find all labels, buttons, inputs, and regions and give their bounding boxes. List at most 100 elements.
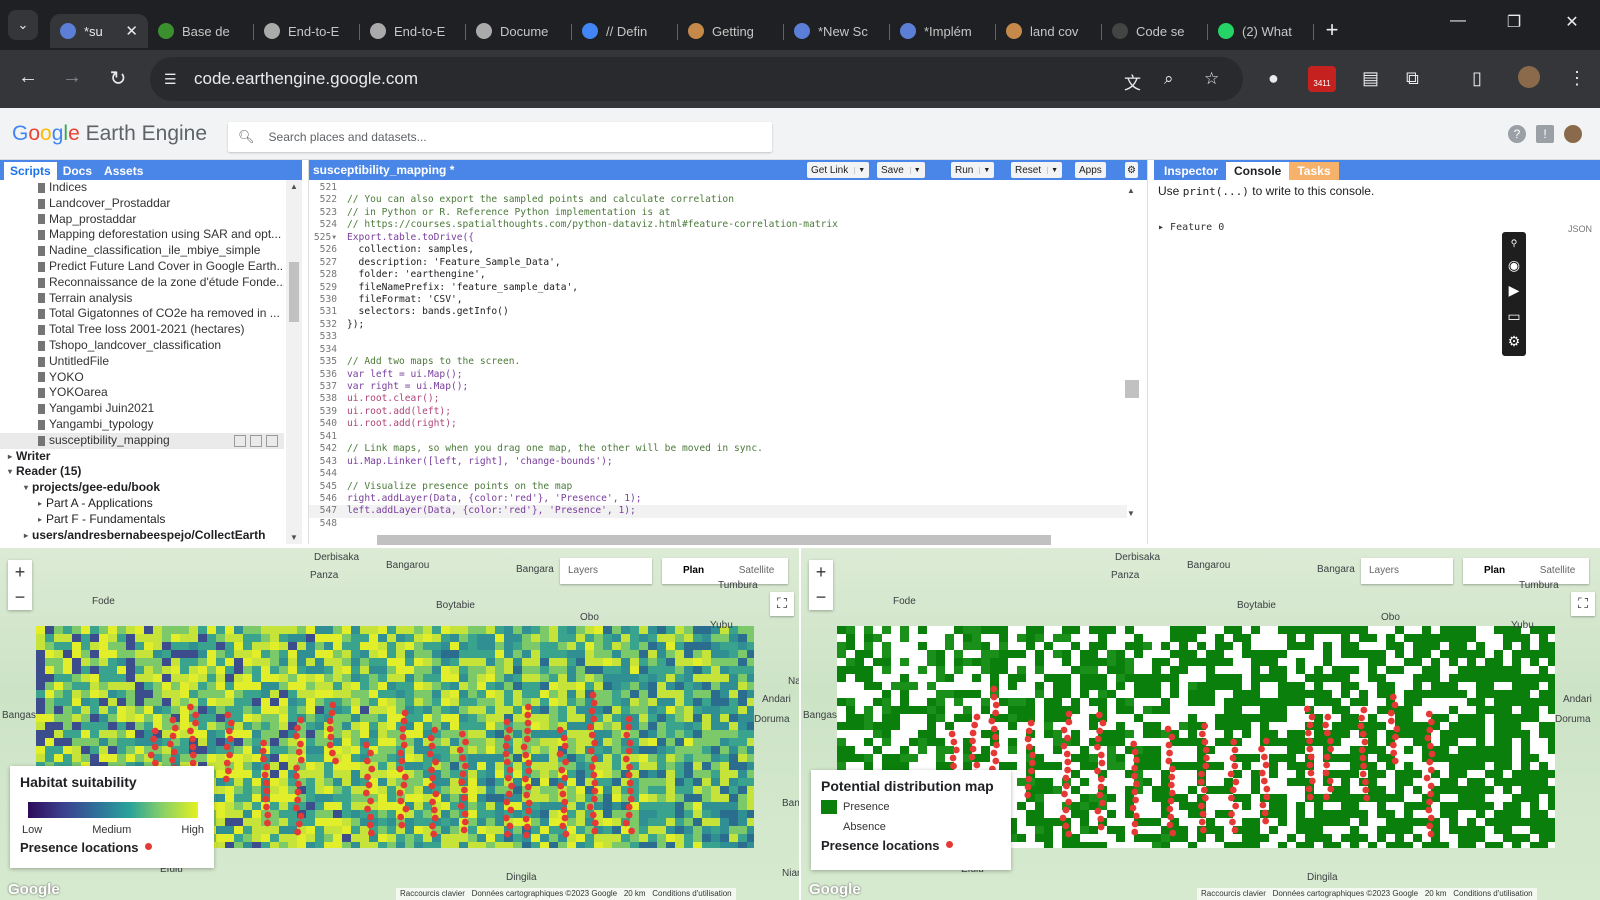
script-tree-item[interactable]: Total Gigatonnes of CO2e ha removed in .… — [0, 306, 284, 322]
reset-button[interactable]: Reset ▼ — [1011, 162, 1063, 178]
code-line[interactable]: 535// Add two maps to the screen. — [309, 356, 1127, 368]
script-tree-item[interactable]: ▸ Writer — [0, 449, 284, 465]
window-icon[interactable]: ▭ — [1507, 308, 1520, 325]
fullscreen-icon[interactable]: ⛶ — [770, 592, 794, 616]
delete-icon[interactable] — [266, 434, 278, 447]
script-tree-item[interactable]: Tshopo_landcover_classification — [0, 338, 284, 354]
code-line[interactable]: 543 ui.Map.Linker([left, right], 'change-… — [309, 456, 1127, 468]
reload-icon[interactable]: ↻ — [98, 66, 138, 91]
get-link-button[interactable]: Get Link ▼ — [807, 162, 870, 178]
script-tree-item[interactable]: Map_prostaddar — [0, 212, 284, 228]
script-tree-item[interactable]: ▾ projects/gee-edu/book — [0, 480, 284, 496]
tab-tasks[interactable]: Tasks — [1289, 162, 1339, 180]
extension-icon[interactable]: ● — [1268, 68, 1279, 89]
pin-icon[interactable]: ⚲ — [1511, 238, 1518, 249]
script-tree-item[interactable]: ▸ Part F - Fundamentals — [0, 512, 284, 528]
script-tree-item[interactable]: Yangambi Juin2021 — [0, 401, 284, 417]
code-line[interactable]: 541 — [309, 431, 1127, 443]
script-tree-item[interactable]: UntitledFile — [0, 354, 284, 370]
browser-tab[interactable]: *New Sc — [784, 14, 890, 48]
code-line[interactable]: 540 ui.root.add(right); — [309, 418, 1127, 430]
profile-avatar[interactable] — [1518, 66, 1540, 88]
save-button[interactable]: Save ▼ — [877, 162, 925, 178]
script-tree-item[interactable]: Yangambi_typology — [0, 417, 284, 433]
code-line[interactable]: 527 description: 'Feature_Sample_Data', — [309, 257, 1127, 269]
site-settings-icon[interactable]: ☰ — [164, 71, 194, 88]
expand-arrow-icon[interactable]: ▸ — [34, 512, 46, 528]
document-icon[interactable]: ▤ — [1362, 68, 1379, 89]
browser-tab[interactable]: (2) What — [1208, 14, 1314, 48]
code-line[interactable]: 529 fileNamePrefix: 'feature_sample_data… — [309, 282, 1127, 294]
code-line[interactable]: 528 folder: 'earthengine', — [309, 269, 1127, 281]
editor-scrollbar[interactable]: ▲ ▼ — [1123, 184, 1139, 518]
browser-tab[interactable]: *su ✕ — [50, 14, 148, 48]
zoom-out-button[interactable]: − — [8, 585, 32, 610]
code-line[interactable]: 525▾ Export.table.toDrive({ — [309, 232, 1127, 244]
code-line[interactable]: 534 — [309, 344, 1127, 356]
apps-button[interactable]: Apps — [1075, 162, 1106, 178]
code-line[interactable]: 521 — [309, 182, 1127, 194]
script-tree-item[interactable]: ▸ Part A - Applications — [0, 496, 284, 512]
plan-button[interactable]: Plan — [662, 558, 725, 584]
browser-tab[interactable]: *Implém — [890, 14, 996, 48]
translate-icon[interactable]: 文 — [1124, 69, 1141, 94]
code-line[interactable]: 531 selectors: bands.getInfo() — [309, 306, 1127, 318]
settings-icon[interactable]: ⚙ — [1508, 333, 1521, 350]
history-icon[interactable] — [234, 434, 246, 447]
tab-console[interactable]: Console — [1226, 162, 1290, 180]
account-avatar[interactable] — [1564, 125, 1582, 143]
zoom-in-button[interactable]: + — [8, 560, 32, 585]
editor-hscrollbar-thumb[interactable] — [377, 535, 1051, 545]
code-area[interactable]: 521 522// You can also export the sampled… — [309, 182, 1127, 530]
console-feature-row[interactable]: ▸ Feature 0 — [1158, 222, 1224, 233]
code-line[interactable]: 537 var right = ui.Map(); — [309, 381, 1127, 393]
expand-arrow-icon[interactable]: ▸ — [4, 449, 16, 465]
minimize-icon[interactable]: — — [1438, 12, 1478, 30]
browser-tab[interactable]: Docume — [466, 14, 572, 48]
script-tree-item[interactable]: Indices — [0, 180, 284, 196]
script-tree-item[interactable]: YOKO — [0, 370, 284, 386]
new-tab-button[interactable]: + — [1314, 12, 1350, 48]
tree-scrollbar-thumb[interactable] — [289, 262, 299, 322]
script-tree-item[interactable]: Predict Future Land Cover in Google Eart… — [0, 259, 284, 275]
edit-icon[interactable] — [250, 434, 262, 447]
settings-gear-icon[interactable]: ⚙ — [1125, 162, 1138, 178]
script-tree-item[interactable]: Total Tree loss 2001-2021 (hectares) — [0, 322, 284, 338]
expand-arrow-icon[interactable]: ▸ — [20, 528, 32, 544]
browser-tab[interactable]: Getting — [678, 14, 784, 48]
tab-inspector[interactable]: Inspector — [1156, 162, 1226, 180]
browser-tab[interactable]: Code se — [1102, 14, 1208, 48]
code-line[interactable]: 542// Link maps, so when you drag one ma… — [309, 443, 1127, 455]
script-tree-item[interactable]: Nadine_classification_ile_mbiye_simple — [0, 243, 284, 259]
script-tree-item[interactable]: YOKOarea — [0, 385, 284, 401]
code-line[interactable]: 539 ui.root.add(left); — [309, 406, 1127, 418]
code-line[interactable]: 530 fileFormat: 'CSV', — [309, 294, 1127, 306]
script-tree-item[interactable]: Landcover_Prostaddar — [0, 196, 284, 212]
expand-arrow-icon[interactable]: ▾ — [4, 464, 16, 480]
code-line[interactable]: 532}); — [309, 319, 1127, 331]
menu-kebab-icon[interactable]: ⋮ — [1568, 68, 1586, 89]
help-icon[interactable]: ? — [1508, 125, 1526, 143]
bookmark-star-icon[interactable]: ☆ — [1204, 69, 1219, 89]
script-tree-item[interactable]: Reconnaissance de la zone d'étude Fonde.… — [0, 275, 284, 291]
tree-scrollbar[interactable]: ▲ ▼ — [286, 180, 302, 544]
extension-badge[interactable]: 3411 — [1308, 66, 1336, 92]
back-arrow-icon[interactable]: ← — [8, 66, 48, 89]
code-line[interactable]: 524// https://courses.spatialthoughts.co… — [309, 219, 1127, 231]
run-button[interactable]: Run ▼ — [951, 162, 995, 178]
script-tree-item[interactable]: Mapping deforestation using SAR and opt.… — [0, 227, 284, 243]
script-tree-item[interactable]: ▾ Reader (15) — [0, 464, 284, 480]
search-input[interactable]: 🔍︎ Search places and datasets... — [228, 122, 772, 152]
layers-button[interactable]: Layers — [560, 558, 652, 584]
left-map[interactable]: + − Layers Plan Satellite ⛶ Derbisaka Ba… — [0, 548, 799, 900]
close-tab-icon[interactable]: ✕ — [125, 22, 138, 40]
code-line[interactable]: 536 var left = ui.Map(); — [309, 369, 1127, 381]
restore-icon[interactable]: ❐ — [1494, 12, 1534, 32]
side-panel-icon[interactable]: ▯ — [1472, 68, 1482, 89]
code-line[interactable]: 523// in Python or R. Reference Python i… — [309, 207, 1127, 219]
code-line[interactable]: 546 right.addLayer(Data, {color:'red'}, '… — [309, 493, 1127, 505]
editor-scrollbar-thumb[interactable] — [1125, 380, 1139, 398]
browser-tab[interactable]: End-to-E — [360, 14, 466, 48]
code-line[interactable]: 538 ui.root.clear(); — [309, 393, 1127, 405]
code-line[interactable]: 544 — [309, 468, 1127, 480]
